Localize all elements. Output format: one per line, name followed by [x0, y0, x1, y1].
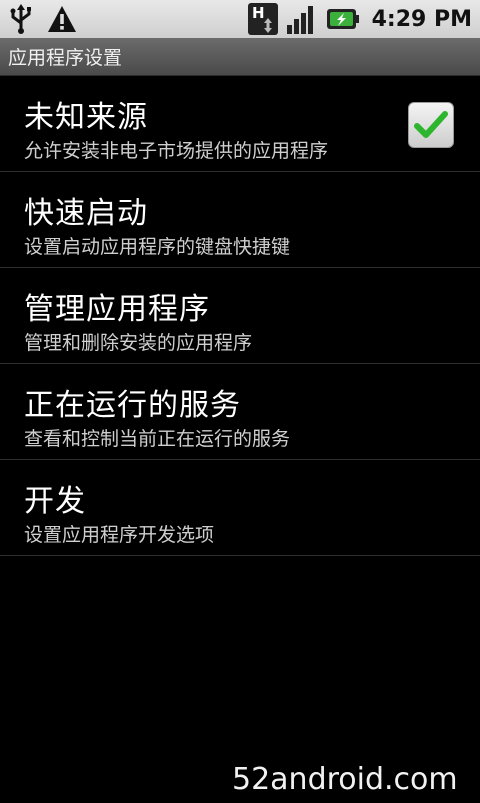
title-bar: 应用程序设置	[0, 38, 480, 76]
setting-running-services[interactable]: 正在运行的服务 查看和控制当前正在运行的服务	[0, 364, 480, 460]
setting-manage-applications[interactable]: 管理应用程序 管理和删除安装的应用程序	[0, 268, 480, 364]
battery-charging-icon	[326, 7, 360, 31]
unknown-sources-checkbox[interactable]	[408, 102, 454, 148]
setting-title: 快速启动	[24, 196, 148, 231]
setting-title: 正在运行的服务	[24, 388, 241, 423]
setting-unknown-sources[interactable]: 未知来源 允许安装非电子市场提供的应用程序	[0, 76, 480, 172]
notification-icons	[8, 3, 78, 35]
setting-title: 管理应用程序	[24, 292, 210, 327]
checkmark-icon	[414, 111, 448, 138]
signal-icon	[286, 3, 318, 35]
setting-summary: 允许安装非电子市场提供的应用程序	[24, 140, 329, 162]
status-time: 4:29 PM	[371, 6, 472, 32]
setting-summary: 设置应用程序开发选项	[24, 524, 215, 546]
setting-summary: 查看和控制当前正在运行的服务	[24, 428, 291, 450]
warning-icon	[46, 4, 78, 34]
setting-title: 开发	[24, 484, 86, 519]
setting-development[interactable]: 开发 设置应用程序开发选项	[0, 460, 480, 556]
page-title: 应用程序设置	[8, 47, 123, 69]
setting-title: 未知来源	[24, 100, 148, 135]
hspa-data-icon: H	[247, 3, 278, 35]
system-icons: H 4:29 PM	[247, 3, 472, 35]
watermark-text: 52android.com	[232, 762, 458, 797]
status-bar: H 4:29 PM	[0, 0, 480, 38]
settings-list: 未知来源 允许安装非电子市场提供的应用程序 快速启动 设置启动应用程序的键盘快捷…	[0, 76, 480, 556]
setting-quick-launch[interactable]: 快速启动 设置启动应用程序的键盘快捷键	[0, 172, 480, 268]
usb-icon	[8, 3, 34, 35]
network-type-letter: H	[252, 4, 265, 22]
setting-summary: 管理和删除安装的应用程序	[24, 332, 253, 354]
setting-summary: 设置启动应用程序的键盘快捷键	[24, 236, 291, 258]
